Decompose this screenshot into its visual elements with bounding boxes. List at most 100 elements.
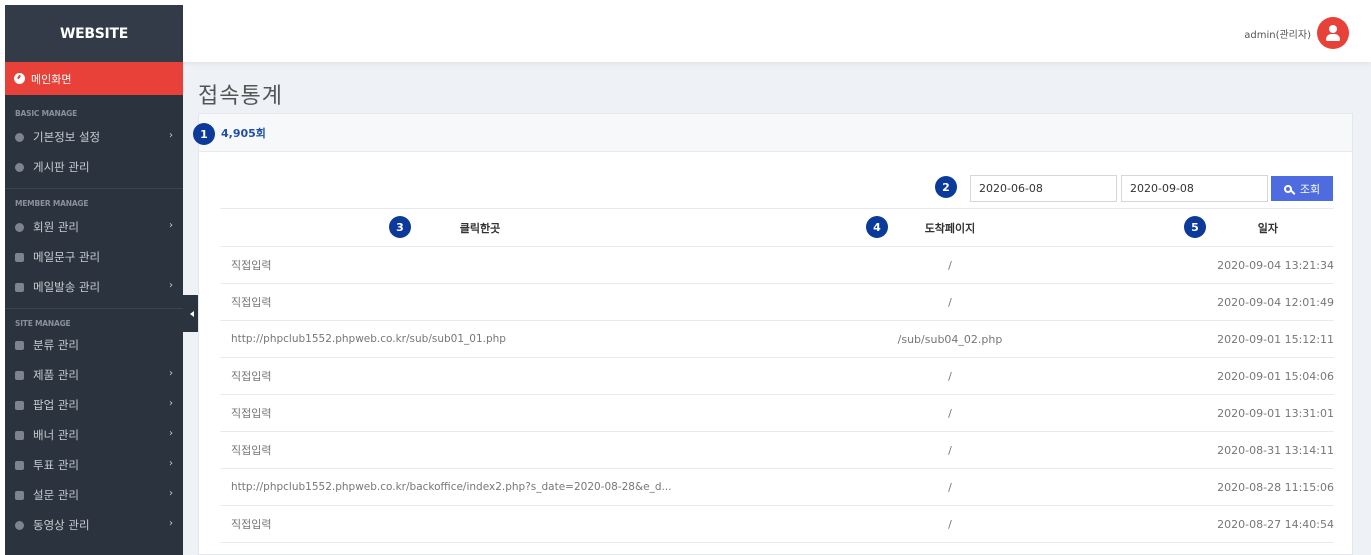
list-icon <box>15 340 24 350</box>
cell-date: 2020-08-31 13:14:11 <box>1160 431 1334 469</box>
sidebar-section-title: SITE MANAGE <box>15 319 71 328</box>
sidebar-item-basic-info[interactable]: 기본정보 설정 › <box>5 122 183 152</box>
cell-landing: / <box>740 394 1160 432</box>
user-icon <box>15 222 24 232</box>
table-row: 직접입력/2020-09-01 13:31:01 <box>220 394 1334 432</box>
table-row: 직접입력/2020-08-27 14:40:54 <box>220 505 1334 543</box>
cell-date: 2020-09-04 12:01:49 <box>1160 283 1334 321</box>
sidebar-item-label: 배너 관리 <box>33 428 79 442</box>
table-row: 직접입력/2020-08-31 13:14:11 <box>220 431 1334 469</box>
sidebar-item-mail-send[interactable]: 메일발송 관리 › <box>5 272 183 302</box>
comments-icon <box>15 162 24 172</box>
sidebar-divider <box>5 308 183 309</box>
start-date-input[interactable] <box>970 175 1117 202</box>
cell-landing: / <box>740 468 1160 506</box>
cell-landing: / <box>740 246 1160 284</box>
chevron-right-icon: › <box>169 518 173 529</box>
sidebar-item-label: 메일문구 관리 <box>33 250 101 264</box>
chevron-right-icon: › <box>169 428 173 439</box>
chevron-right-icon: › <box>169 488 173 499</box>
window-icon <box>15 400 24 410</box>
sidebar-divider <box>5 188 183 189</box>
cell-clicked: 직접입력 <box>220 431 740 469</box>
sidebar-item-members[interactable]: 회원 관리 › <box>5 212 183 242</box>
sidebar-item-category[interactable]: 분류 관리 <box>5 330 183 360</box>
stats-table: 클릭한곳 도착페이지 일자 직접입력/2020-09-04 13:21:34 직접… <box>220 208 1334 543</box>
visit-count: 4,905회 <box>221 126 266 140</box>
cell-clicked: 직접입력 <box>220 283 740 321</box>
sidebar-item-mail-text[interactable]: 메일문구 관리 <box>5 242 183 272</box>
chevron-left-icon <box>189 310 194 317</box>
chart-icon <box>15 460 24 470</box>
cell-date: 2020-08-27 14:40:54 <box>1160 505 1334 543</box>
sidebar-item-label: 메인화면 <box>31 72 72 86</box>
cell-date: 2020-09-01 15:12:11 <box>1160 320 1334 358</box>
column-header-landing: 도착페이지 <box>740 208 1160 247</box>
sidebar-item-popups[interactable]: 팝업 관리 › <box>5 390 183 420</box>
table-row: 직접입력/2020-09-04 12:01:49 <box>220 283 1334 321</box>
ad-icon <box>15 430 24 440</box>
cell-date: 2020-09-01 15:04:06 <box>1160 357 1334 395</box>
sidebar-item-label: 투표 관리 <box>33 458 79 472</box>
cell-clicked: http://phpclub1552.phpweb.co.kr/backoffi… <box>220 468 740 506</box>
table-header-row: 클릭한곳 도착페이지 일자 <box>220 208 1334 247</box>
cell-clicked: 직접입력 <box>220 394 740 432</box>
sidebar-item-votes[interactable]: 투표 관리 › <box>5 450 183 480</box>
cell-date: 2020-09-01 13:31:01 <box>1160 394 1334 432</box>
page-title: 접속통계 <box>198 84 283 109</box>
cell-clicked: 직접입력 <box>220 357 740 395</box>
step-badge: 2 <box>935 176 957 198</box>
sidebar-item-main[interactable]: 메인화면 <box>5 62 183 95</box>
chevron-right-icon: › <box>169 220 173 231</box>
survey-icon <box>15 490 24 500</box>
user-menu[interactable]: admin(관리자) <box>1244 17 1349 49</box>
table-row: 직접입력/2020-09-04 13:21:34 <box>220 246 1334 284</box>
end-date-input[interactable] <box>1121 175 1268 202</box>
sidebar-item-products[interactable]: 제품 관리 › <box>5 360 183 390</box>
search-icon <box>1283 184 1292 193</box>
cell-landing: / <box>740 505 1160 543</box>
cell-clicked: 직접입력 <box>220 505 740 543</box>
top-bar: admin(관리자) <box>183 5 1371 62</box>
cell-clicked: 직접입력 <box>220 246 740 284</box>
chevron-right-icon: › <box>169 458 173 469</box>
table-row: http://phpclub1552.phpweb.co.kr/backoffi… <box>220 468 1334 506</box>
sidebar-item-label: 팝업 관리 <box>33 398 79 412</box>
sidebar-item-label: 설문 관리 <box>33 488 79 502</box>
table-row: 직접입력/2020-09-01 15:04:06 <box>220 357 1334 395</box>
sidebar-item-banners[interactable]: 배너 관리 › <box>5 420 183 450</box>
search-button[interactable]: 조회 <box>1271 176 1333 201</box>
spellcheck-icon <box>15 252 24 262</box>
cell-landing: / <box>740 431 1160 469</box>
cell-clicked: http://phpclub1552.phpweb.co.kr/sub/sub0… <box>220 320 740 358</box>
envelope-icon <box>15 282 24 292</box>
sidebar-item-surveys[interactable]: 설문 관리 › <box>5 480 183 510</box>
chevron-right-icon: › <box>169 368 173 379</box>
sidebar-item-label: 분류 관리 <box>33 338 79 352</box>
cell-landing: / <box>740 357 1160 395</box>
sidebar-item-label: 게시판 관리 <box>33 160 90 174</box>
dashboard-icon <box>14 73 25 84</box>
step-badge: 1 <box>193 123 215 145</box>
sidebar-item-videos[interactable]: 동영상 관리 › <box>5 510 183 540</box>
sidebar: WEBSITE 메인화면 BASIC MANAGE 기본정보 설정 › 게시판 … <box>5 5 183 555</box>
column-header-date: 일자 <box>1160 208 1334 247</box>
archive-icon <box>15 370 24 380</box>
user-icon <box>1329 25 1337 33</box>
sidebar-item-label: 동영상 관리 <box>33 518 90 532</box>
brand-logo[interactable]: WEBSITE <box>5 5 183 62</box>
gear-icon <box>15 132 24 142</box>
user-name: admin(관리자) <box>1244 29 1311 41</box>
table-row: http://phpclub1552.phpweb.co.kr/sub/sub0… <box>220 320 1334 358</box>
sidebar-item-board[interactable]: 게시판 관리 <box>5 152 183 182</box>
search-button-label: 조회 <box>1299 183 1321 196</box>
panel-header: 4,905회 <box>199 114 1352 152</box>
chevron-right-icon: › <box>169 398 173 409</box>
column-header-clicked: 클릭한곳 <box>220 208 740 247</box>
avatar[interactable] <box>1317 17 1349 49</box>
sidebar-item-label: 제품 관리 <box>33 368 79 382</box>
sidebar-section-title: BASIC MANAGE <box>15 109 78 118</box>
cell-landing: /sub/sub04_02.php <box>740 320 1160 358</box>
chevron-right-icon: › <box>169 130 173 141</box>
chevron-right-icon: › <box>169 280 173 291</box>
